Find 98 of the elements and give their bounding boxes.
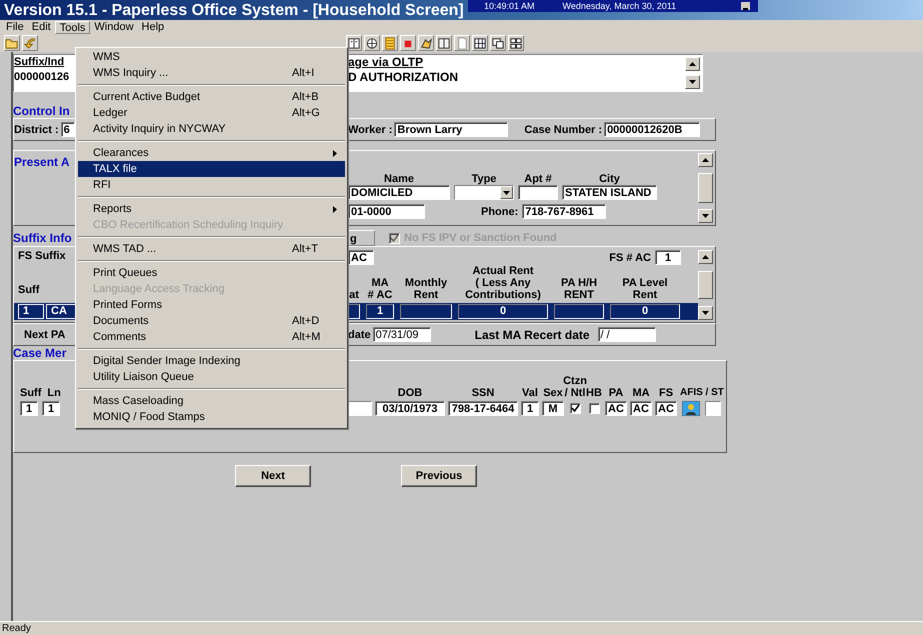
column-heading: City xyxy=(599,173,620,185)
column-heading: Rent xyxy=(414,289,438,301)
table-cell: 0 xyxy=(610,304,680,319)
column-heading: DOB xyxy=(398,387,422,399)
column-heading: Sex xyxy=(543,387,563,399)
input-field[interactable]: 1 xyxy=(521,401,539,416)
section-title: Control In xyxy=(13,104,70,118)
next-button[interactable]: Next xyxy=(235,465,311,487)
column-heading: AFIS / ST xyxy=(680,387,724,399)
menu-item[interactable]: Utility Liaison Queue xyxy=(78,369,345,385)
column-heading: Name xyxy=(384,173,414,185)
column-heading: Rent xyxy=(632,289,658,301)
column-heading: Suffix/Ind xyxy=(14,55,64,70)
column-heading: RENT xyxy=(564,289,594,301)
column-heading: PA Level xyxy=(622,277,668,289)
column-heading: Type xyxy=(472,173,496,185)
field-label: District : xyxy=(14,124,59,136)
field-label: Case Number : xyxy=(524,124,602,136)
column-heading: PA xyxy=(608,387,624,399)
column-heading: FS xyxy=(658,387,674,399)
menu-item[interactable]: Current Active Budget Alt+B xyxy=(78,89,345,105)
column-heading: Monthly xyxy=(404,277,448,289)
clock-date: Wednesday, March 30, 2011 xyxy=(562,1,676,11)
previous-button[interactable]: Previous xyxy=(401,465,477,487)
column-heading: Contributions) xyxy=(465,289,541,301)
menu-item[interactable]: Comments Alt+M xyxy=(78,329,345,345)
menu-item[interactable]: Ledger Alt+G xyxy=(78,105,345,121)
menu-title[interactable]: Help xyxy=(138,20,168,34)
clock-time: 10:49:01 AM xyxy=(484,1,535,11)
input-field[interactable]: STATEN ISLAND xyxy=(562,185,657,200)
menu-item[interactable]: WMS TAD ... Alt+T xyxy=(78,241,345,257)
section-title: Suffix Info xyxy=(13,231,72,245)
menu-item[interactable]: RFI xyxy=(78,177,345,193)
input-field[interactable]: 798-17-6464 xyxy=(448,401,518,416)
input-field[interactable]: 03/10/1973 xyxy=(375,401,445,416)
menu-title[interactable]: Edit xyxy=(28,20,55,34)
column-heading: # AC xyxy=(368,289,392,301)
input-field[interactable]: AC xyxy=(605,401,627,416)
table-cell: 000000126 xyxy=(14,70,70,85)
column-heading: ( Less Any xyxy=(475,277,531,289)
column-heading: HB xyxy=(586,387,602,399)
message-text: D AUTHORIZATION xyxy=(348,70,458,85)
menu-title[interactable]: Window xyxy=(90,20,138,34)
column-heading: MA xyxy=(632,387,650,399)
menu-item[interactable]: Clearances xyxy=(78,145,345,161)
menu-item[interactable]: WMS Inquiry ... Alt+I xyxy=(78,65,345,81)
menu-item[interactable]: Activity Inquiry in NYCWAY xyxy=(78,121,345,137)
table-cell: 1 xyxy=(18,304,44,319)
field-label: Next PA xyxy=(23,328,66,340)
field-label: Worker : xyxy=(348,124,392,136)
input-field[interactable]: 07/31/09 xyxy=(372,327,431,342)
column-heading: PA H/H xyxy=(560,277,598,289)
section-title: Present A xyxy=(14,155,70,169)
field-label: Phone: xyxy=(481,206,518,218)
field-label: date xyxy=(348,328,371,340)
menu-title[interactable]: Tools xyxy=(54,20,90,34)
field-label: FS # AC xyxy=(609,252,651,264)
column-heading: Actual Rent xyxy=(472,265,534,277)
column-heading: SSN xyxy=(472,387,494,399)
input-field[interactable]: 1 xyxy=(42,401,60,416)
column-heading: Ln xyxy=(47,387,61,399)
menu-item[interactable]: MONIQ / Food Stamps xyxy=(78,409,345,425)
column-heading: at xyxy=(349,289,359,301)
column-heading: / Ntl xyxy=(564,387,586,399)
column-heading: Suff xyxy=(20,387,42,399)
section-title: Case Mer xyxy=(13,346,66,360)
status-text: Ready xyxy=(2,623,31,634)
input-field[interactable]: 01-0000 xyxy=(348,204,425,219)
input-field[interactable]: 718-767-8961 xyxy=(522,204,606,219)
column-heading: MA xyxy=(371,277,389,289)
input-field[interactable]: M xyxy=(542,401,564,416)
input-field[interactable]: AC xyxy=(630,401,652,416)
input-field[interactable]: / / xyxy=(598,327,656,342)
input-field[interactable]: 00000012620B xyxy=(604,122,700,137)
menu-item[interactable]: WMS xyxy=(78,49,345,65)
input-field[interactable]: Brown Larry xyxy=(394,122,508,137)
table-cell: 1 xyxy=(366,304,394,319)
menu-item[interactable]: Mass Caseloading xyxy=(78,393,345,409)
menu-title[interactable]: File xyxy=(2,20,28,34)
menu-item[interactable]: Print Queues xyxy=(78,265,345,281)
input-field[interactable]: 1 xyxy=(655,250,681,265)
column-heading: Val xyxy=(522,387,538,399)
menu-item[interactable]: Digital Sender Image Indexing xyxy=(78,353,345,369)
column-heading: Apt # xyxy=(524,173,552,185)
menu-item[interactable]: Reports xyxy=(78,201,345,217)
input-field[interactable]: 6 xyxy=(60,122,75,137)
field-label: FS Suffix xyxy=(17,250,66,262)
input-field[interactable]: 1 xyxy=(20,401,38,416)
menu-item[interactable]: TALX file xyxy=(78,161,345,177)
column-heading: Ctzn xyxy=(563,375,587,387)
window-title: Version 15.1 - Paperless Office System - [Household Screen] xyxy=(4,2,464,20)
input-field[interactable]: AC xyxy=(348,250,374,265)
input-field[interactable]: DOMICILED xyxy=(348,185,450,200)
input-field[interactable]: AC xyxy=(655,401,677,416)
message-link[interactable]: age via OLTP xyxy=(348,55,424,70)
column-heading: Suff xyxy=(17,284,40,296)
table-cell: 0 xyxy=(458,304,548,319)
field-label: Last MA Recert date xyxy=(474,328,590,342)
